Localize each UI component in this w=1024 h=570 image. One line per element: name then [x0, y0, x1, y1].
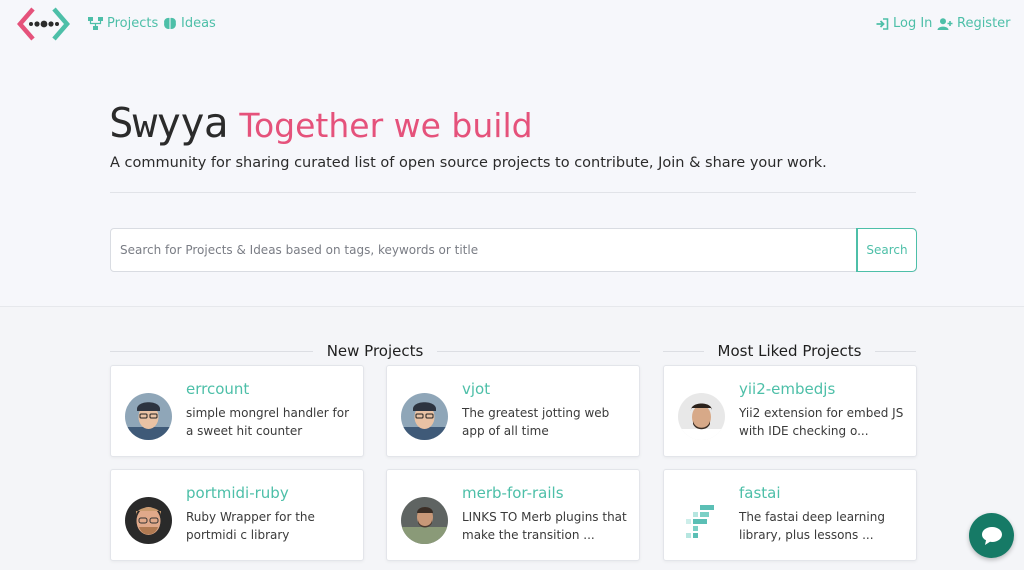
chat-bubble-icon [981, 526, 1002, 545]
sitemap-icon [88, 17, 103, 30]
project-card[interactable]: merb-for-rails LINKS TO Merb plugins tha… [386, 469, 640, 561]
header-line [110, 350, 313, 352]
avatar [125, 393, 172, 440]
brand-name: Swyya [109, 99, 228, 147]
project-card[interactable]: portmidi-ruby Ruby Wrapper for the portm… [110, 469, 364, 561]
project-title[interactable]: fastai [739, 484, 781, 502]
user-plus-icon [937, 17, 953, 30]
project-card[interactable]: vjot The greatest jotting web app of all… [386, 365, 640, 457]
avatar [678, 497, 725, 544]
avatar [678, 393, 725, 440]
hero-divider [110, 192, 916, 193]
nav-login-label: Log In [893, 16, 933, 31]
avatar [401, 497, 448, 544]
tagline: Together we build [239, 106, 533, 145]
nav-register-link[interactable]: Register [937, 16, 1011, 31]
project-title[interactable]: vjot [462, 380, 490, 398]
hero-subtitle: A community for sharing curated list of … [110, 155, 827, 171]
nav-projects-link[interactable]: Projects [88, 16, 158, 31]
header-line [663, 350, 704, 352]
nav-register-label: Register [957, 16, 1011, 31]
swyya-logo[interactable] [17, 6, 70, 42]
sign-in-icon [876, 17, 889, 30]
new-projects-title: New Projects [326, 342, 424, 360]
project-description: LINKS TO Merb plugins that make the tran… [462, 510, 627, 542]
project-title[interactable]: merb-for-rails [462, 484, 564, 502]
nav-login-link[interactable]: Log In [876, 16, 932, 31]
nav-ideas-link[interactable]: Ideas [163, 16, 216, 31]
project-description: simple mongrel handler for a sweet hit c… [186, 406, 350, 438]
new-projects-header: New Projects [110, 341, 640, 361]
header-line [437, 350, 640, 352]
search-input[interactable] [111, 229, 857, 271]
most-liked-header: Most Liked Projects [663, 341, 917, 361]
navbar: Projects Ideas Log In Register [0, 0, 1024, 50]
project-title[interactable]: yii2-embedjs [739, 380, 835, 398]
project-description: The fastai deep learning library, plus l… [739, 510, 885, 542]
nav-projects-label: Projects [107, 16, 159, 31]
search-button[interactable]: Search [856, 228, 917, 272]
projects-area: New Projects Most Liked Projects errcoun… [0, 307, 1024, 570]
nav-ideas-label: Ideas [181, 16, 216, 31]
most-liked-title: Most Liked Projects [717, 342, 862, 360]
project-card[interactable]: fastai The fastai deep learning library,… [663, 469, 917, 561]
project-title[interactable]: errcount [186, 380, 249, 398]
project-description: Ruby Wrapper for the portmidi c library [186, 510, 315, 542]
avatar [401, 393, 448, 440]
project-card[interactable]: errcount simple mongrel handler for a sw… [110, 365, 364, 457]
chat-button[interactable] [969, 513, 1014, 558]
hero-title: Swyya Together we build [109, 99, 533, 147]
project-description: The greatest jotting web app of all time [462, 406, 610, 438]
project-description: Yii2 extension for embed JS with IDE che… [739, 406, 904, 438]
project-title[interactable]: portmidi-ruby [186, 484, 289, 502]
search-bar: Search [110, 228, 917, 272]
brain-icon [164, 17, 176, 30]
project-card[interactable]: yii2-embedjs Yii2 extension for embed JS… [663, 365, 917, 457]
header-line [875, 350, 917, 352]
avatar [125, 497, 172, 544]
hero-section: Swyya Together we build A community for … [0, 50, 1024, 307]
